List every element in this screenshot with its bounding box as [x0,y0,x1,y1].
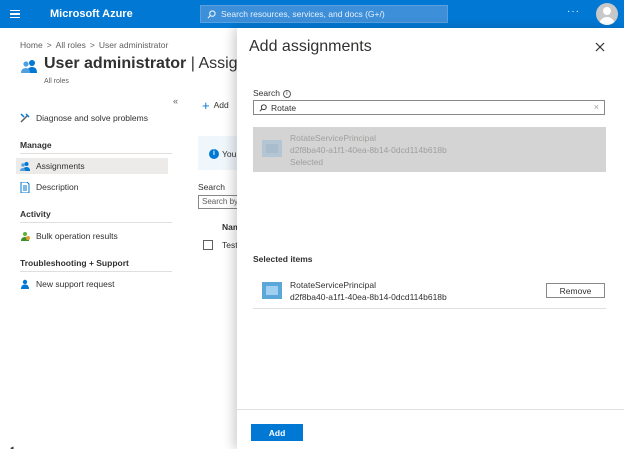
add-assignments-button[interactable]: + Add [202,98,229,113]
breadcrumb-user-administrator[interactable]: User administrator [99,40,168,50]
divider [20,153,172,154]
support-person-icon [21,279,29,289]
chevron-right-icon: > [89,40,95,50]
breadcrumb-home[interactable]: Home [20,40,43,50]
selected-item-id: d2f8ba40-a1f1-40ea-8b14-0dcd114b618b [290,292,447,302]
selected-item-name: RotateServicePrincipal [290,280,376,290]
add-button[interactable]: Add [251,424,303,441]
collapse-sidebar-icon[interactable]: « [173,96,178,106]
search-icon [207,9,216,18]
chevron-right-icon: > [46,40,52,50]
panel-search-input[interactable]: Rotate × [253,100,605,115]
hamburger-menu-icon[interactable] [0,0,30,28]
add-assignments-panel: Add assignments Search i Rotate × RotateS… [237,28,624,449]
global-search-placeholder: Search resources, services, and docs (G+… [221,9,385,19]
service-principal-icon [262,282,282,299]
panel-search-value: Rotate [271,102,297,113]
breadcrumb-all-roles[interactable]: All roles [56,40,86,50]
sidebar-item-assignments[interactable]: Assignments [16,158,168,174]
plus-icon: + [202,98,210,113]
content-search-label: Search [198,182,225,192]
result-status: Selected [290,157,324,167]
selected-items-heading: Selected items [253,254,313,264]
sidebar-item-bulk-operations[interactable]: Bulk operation results [20,228,118,244]
page-subtitle: All roles [44,78,69,85]
result-id: d2f8ba40-a1f1-40ea-8b14-0dcd114b618b [290,145,447,155]
info-icon: i [209,149,219,159]
wrench-icon [20,113,30,123]
service-principal-icon [262,140,282,157]
clear-search-icon[interactable]: × [594,102,599,112]
breadcrumb: Home > All roles > User administrator [20,40,168,50]
row-checkbox[interactable] [203,240,213,250]
global-search-input[interactable]: Search resources, services, and docs (G+… [200,5,448,23]
divider [237,409,624,410]
search-icon [259,103,267,112]
nav-heading-manage: Manage [20,140,52,150]
close-icon[interactable] [593,40,607,54]
page-title: User administrator | Assign [44,55,247,72]
search-result-item[interactable]: RotateServicePrincipal d2f8ba40-a1f1-40e… [253,127,606,172]
more-options-icon[interactable]: ··· [567,6,580,17]
users-icon [21,60,37,73]
nav-heading-troubleshooting: Troubleshooting + Support [20,258,129,268]
avatar[interactable] [596,3,618,25]
top-bar: Microsoft Azure Search resources, servic… [0,0,624,28]
info-banner: i You [198,136,238,170]
divider [20,222,172,223]
document-icon [20,181,30,193]
remove-button[interactable]: Remove [546,283,605,298]
sidebar-item-support-request[interactable]: New support request [20,276,114,292]
panel-title: Add assignments [249,38,372,55]
sidebar-item-diagnose[interactable]: Diagnose and solve problems [20,110,148,126]
result-name: RotateServicePrincipal [290,133,376,143]
table-cell: Test [222,240,238,250]
divider [20,271,172,272]
info-icon[interactable]: i [282,89,291,98]
nav-heading-activity: Activity [20,209,51,219]
scrollbar-arrow[interactable]: ◂ [10,444,14,449]
brand-title[interactable]: Microsoft Azure [50,8,177,20]
users-icon [20,162,30,171]
panel-search-label: Search i [253,88,291,98]
bulk-operations-icon [21,232,30,241]
sidebar-item-description[interactable]: Description [20,179,79,195]
content-search-input[interactable]: Search by [198,195,240,209]
selected-item: RotateServicePrincipal d2f8ba40-a1f1-40e… [253,276,606,309]
